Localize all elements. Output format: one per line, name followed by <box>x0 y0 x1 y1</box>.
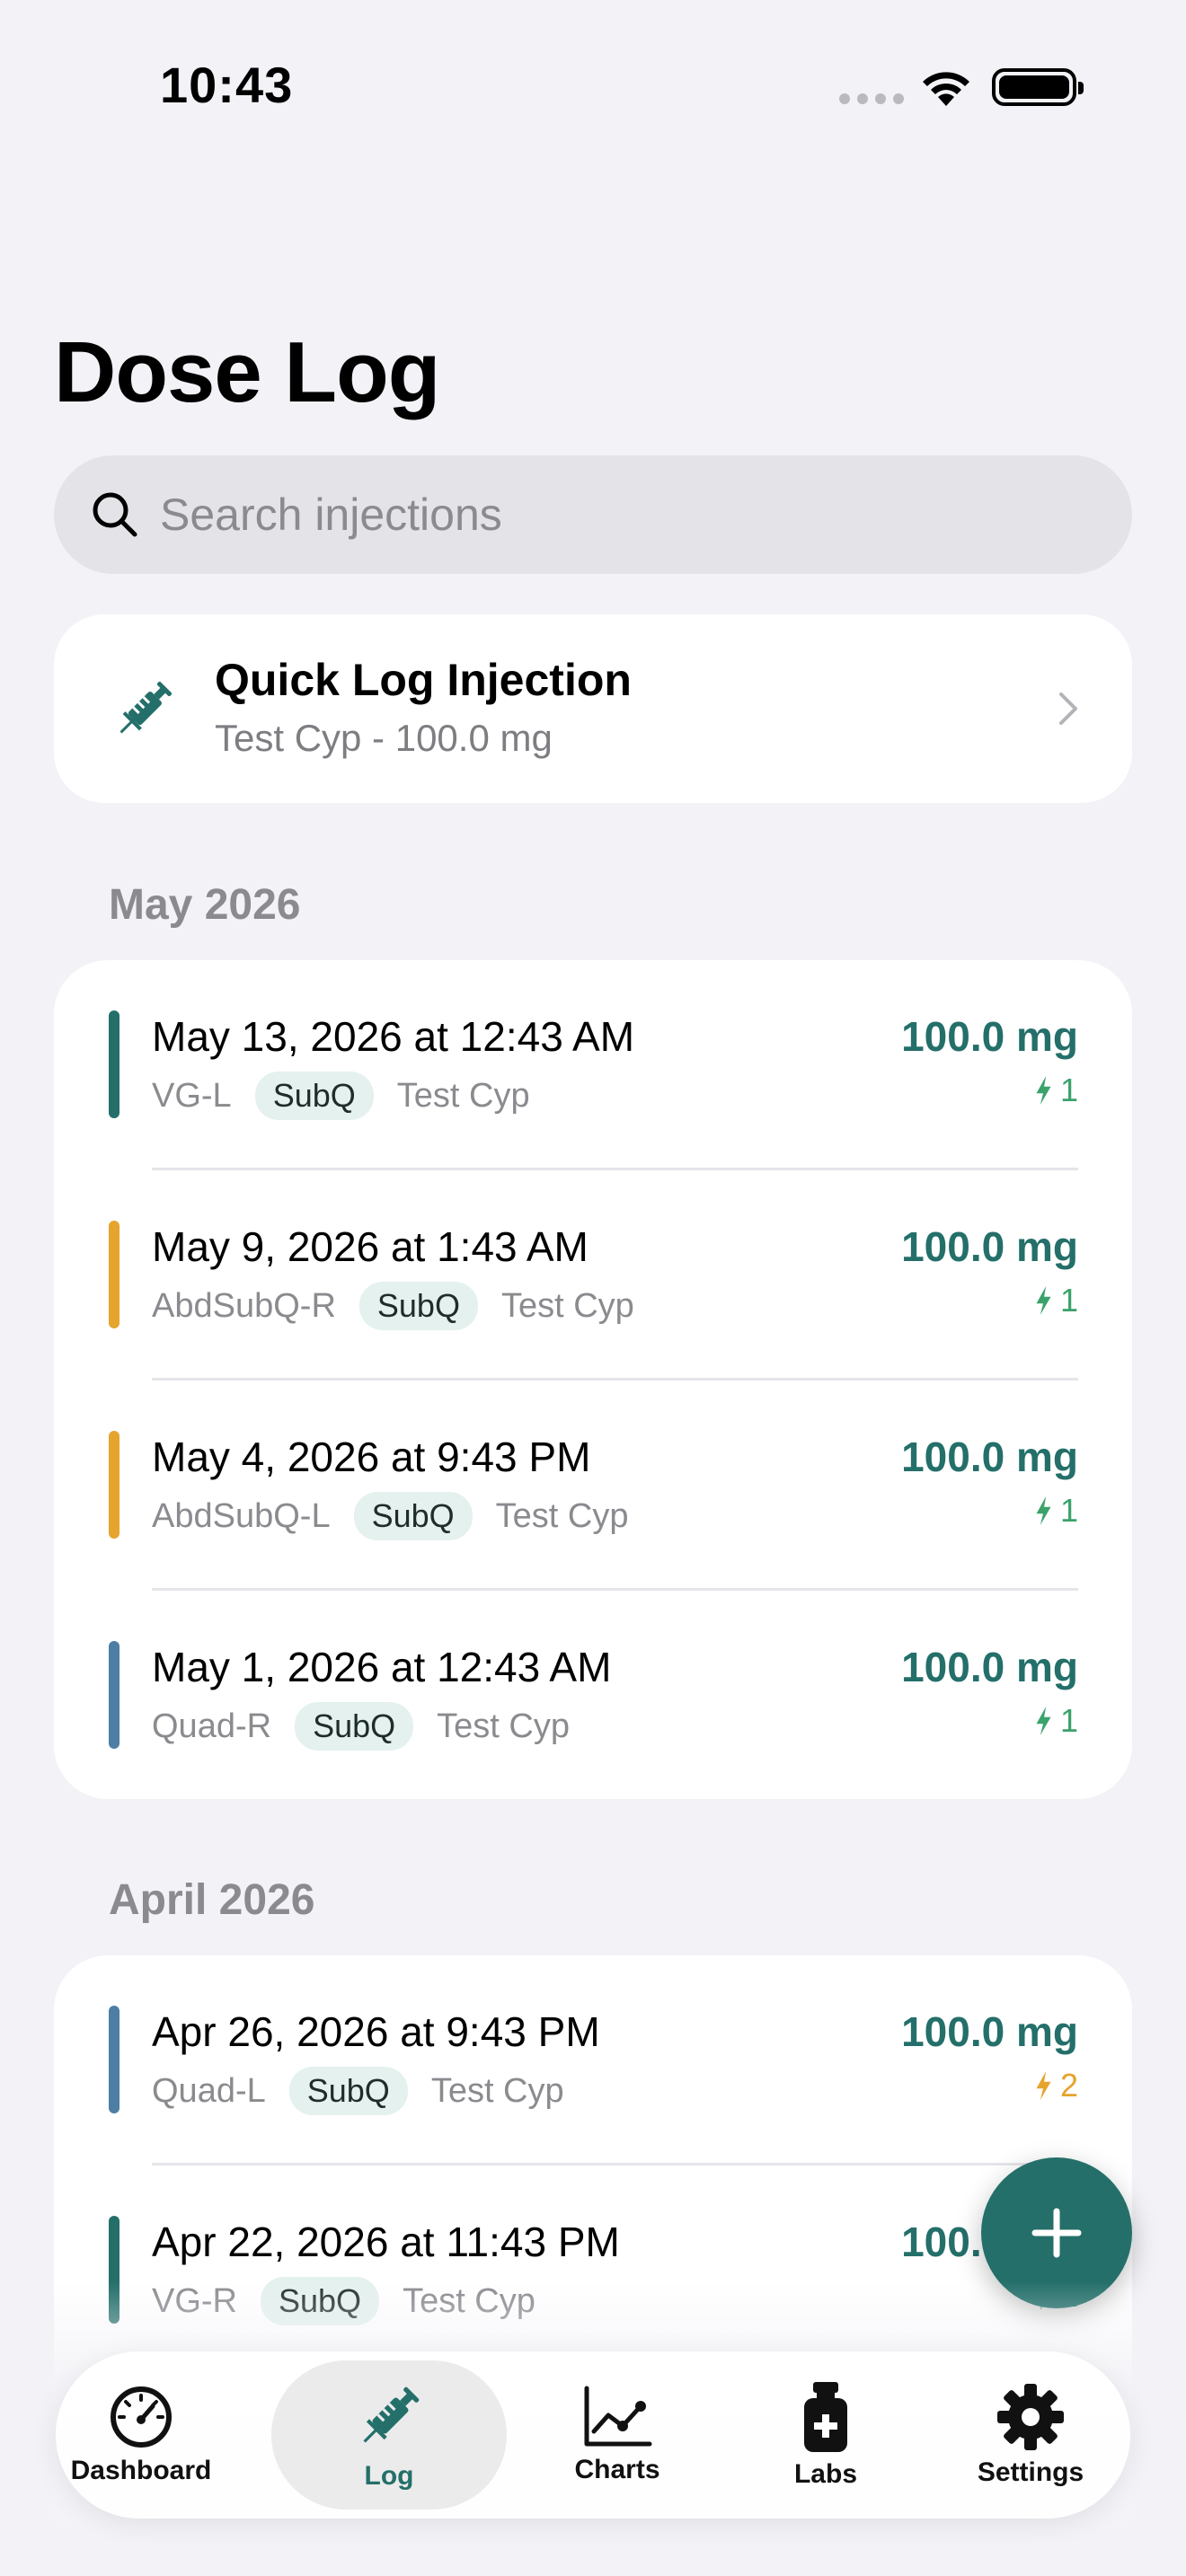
entry-dose: 100.0 mg <box>901 1644 1078 1690</box>
tab-dashboard[interactable]: Dashboard <box>56 2351 226 2519</box>
tab-log[interactable]: Log <box>271 2360 507 2510</box>
site-color-bar <box>109 1221 119 1328</box>
log-entry[interactable]: May 9, 2026 at 1:43 AM AbdSubQ-R SubQ Test … <box>54 1170 1132 1381</box>
entry-date: May 13, 2026 at 12:43 AM <box>152 1013 635 1060</box>
tab-labs[interactable]: Labs <box>740 2351 911 2519</box>
entry-count: 1 <box>1033 1492 1078 1530</box>
entry-meta: VG-L SubQ Test Cyp <box>152 1072 530 1120</box>
syringe-icon <box>363 2386 420 2443</box>
tab-label-settings: Settings <box>977 2457 1084 2487</box>
entry-dose: 100.0 mg <box>901 1223 1078 1270</box>
vial-icon <box>804 2382 847 2452</box>
entry-count-value: 2 <box>1059 2067 1078 2104</box>
search-icon <box>93 492 137 537</box>
entry-compound: Test Cyp <box>500 1286 634 1325</box>
tab-label-labs: Labs <box>793 2459 858 2489</box>
entry-count-value: 1 <box>1059 1702 1078 1739</box>
log-entry[interactable]: Apr 26, 2026 at 9:43 PM Quad-L SubQ Test Cy… <box>54 1955 1132 2166</box>
status-bar: 10:43 <box>0 0 1186 171</box>
tab-bar: Dashboard Log Charts Labs Settings <box>56 2351 1130 2519</box>
entry-compound: Test Cyp <box>437 1707 570 1745</box>
entry-meta: AbdSubQ-L SubQ Test Cyp <box>152 1492 628 1540</box>
tab-label-charts: Charts <box>574 2455 660 2484</box>
tab-label-dashboard: Dashboard <box>70 2456 212 2485</box>
quick-log-card[interactable]: Quick Log Injection Test Cyp - 100.0 mg <box>54 614 1132 803</box>
bolt-icon <box>1036 1707 1051 1735</box>
entry-count-value: 1 <box>1059 1072 1078 1108</box>
entry-dose: 100.0 mg <box>901 1434 1078 1480</box>
site-color-bar <box>109 1641 119 1749</box>
signal-dots-icon <box>839 93 904 104</box>
entry-meta: AbdSubQ-R SubQ Test Cyp <box>152 1282 634 1330</box>
section-header-april: April 2026 <box>109 1876 315 1924</box>
site-color-bar <box>109 1010 119 1118</box>
entry-count: 1 <box>1033 1702 1078 1740</box>
search-bar[interactable] <box>54 455 1132 574</box>
tab-label-log: Log <box>364 2461 414 2491</box>
site-color-bar <box>109 1431 119 1539</box>
entry-date: May 4, 2026 at 9:43 PM <box>152 1434 591 1480</box>
entry-meta: Quad-L SubQ Test Cyp <box>152 2067 564 2115</box>
entry-compound: Test Cyp <box>430 2071 564 2110</box>
syringe-icon <box>119 682 172 734</box>
entry-compound: Test Cyp <box>396 1076 530 1115</box>
entry-site: AbdSubQ-R <box>152 1286 336 1325</box>
chevron-right-icon <box>1059 693 1077 725</box>
log-entry[interactable]: May 4, 2026 at 9:43 PM AbdSubQ-L SubQ Test … <box>54 1381 1132 1591</box>
tab-charts[interactable]: Charts <box>532 2351 703 2519</box>
log-entry[interactable]: May 13, 2026 at 12:43 AM VG-L SubQ Test Cyp… <box>54 960 1132 1170</box>
section-header-may: May 2026 <box>109 881 301 929</box>
bolt-icon <box>1036 2071 1051 2100</box>
bolt-icon <box>1036 1076 1051 1105</box>
entry-count-value: 1 <box>1059 1492 1078 1529</box>
route-badge: SubQ <box>288 2067 408 2115</box>
status-time: 10:43 <box>160 57 294 113</box>
tab-settings[interactable]: Settings <box>945 2351 1116 2519</box>
route-badge: SubQ <box>254 1072 374 1120</box>
entry-date: May 1, 2026 at 12:43 AM <box>152 1644 612 1690</box>
entry-date: Apr 22, 2026 at 11:43 PM <box>152 2219 620 2265</box>
entry-site: Quad-R <box>152 1707 272 1745</box>
entry-count: 1 <box>1033 1072 1078 1109</box>
entry-dose: 100.0 mg <box>901 2008 1078 2055</box>
entry-date: May 9, 2026 at 1:43 AM <box>152 1223 589 1270</box>
entry-site: VG-L <box>152 1076 232 1115</box>
entry-compound: Test Cyp <box>495 1496 629 1535</box>
entry-count: 2 <box>1033 2067 1078 2104</box>
bolt-icon <box>1036 1286 1051 1315</box>
route-badge: SubQ <box>295 1702 414 1751</box>
entry-date: Apr 26, 2026 at 9:43 PM <box>152 2008 600 2055</box>
entry-count: 1 <box>1033 1282 1078 1319</box>
gauge-icon <box>111 2386 172 2448</box>
quick-log-title: Quick Log Injection <box>215 655 632 705</box>
page-title: Dose Log <box>54 324 440 420</box>
route-badge: SubQ <box>353 1492 473 1540</box>
battery-icon <box>992 68 1084 106</box>
entry-dose: 100.0 mg <box>901 1013 1078 1060</box>
wifi-icon <box>923 72 969 106</box>
search-input[interactable] <box>160 489 1058 541</box>
route-badge: SubQ <box>358 1282 478 1330</box>
entry-site: AbdSubQ-L <box>152 1496 331 1535</box>
log-entry[interactable]: May 1, 2026 at 12:43 AM Quad-R SubQ Test Cy… <box>54 1591 1132 1799</box>
gear-icon <box>997 2384 1064 2450</box>
entry-site: Quad-L <box>152 2071 266 2110</box>
bolt-icon <box>1036 1496 1051 1525</box>
entry-meta: Quad-R SubQ Test Cyp <box>152 1702 570 1751</box>
site-color-bar <box>109 2006 119 2113</box>
plus-icon <box>1031 2208 1082 2258</box>
line-chart-icon <box>584 2386 652 2447</box>
entries-card-may: May 13, 2026 at 12:43 AM VG-L SubQ Test Cyp… <box>54 960 1132 1799</box>
quick-log-subtitle: Test Cyp - 100.0 mg <box>215 717 553 759</box>
entry-count-value: 1 <box>1059 1282 1078 1319</box>
